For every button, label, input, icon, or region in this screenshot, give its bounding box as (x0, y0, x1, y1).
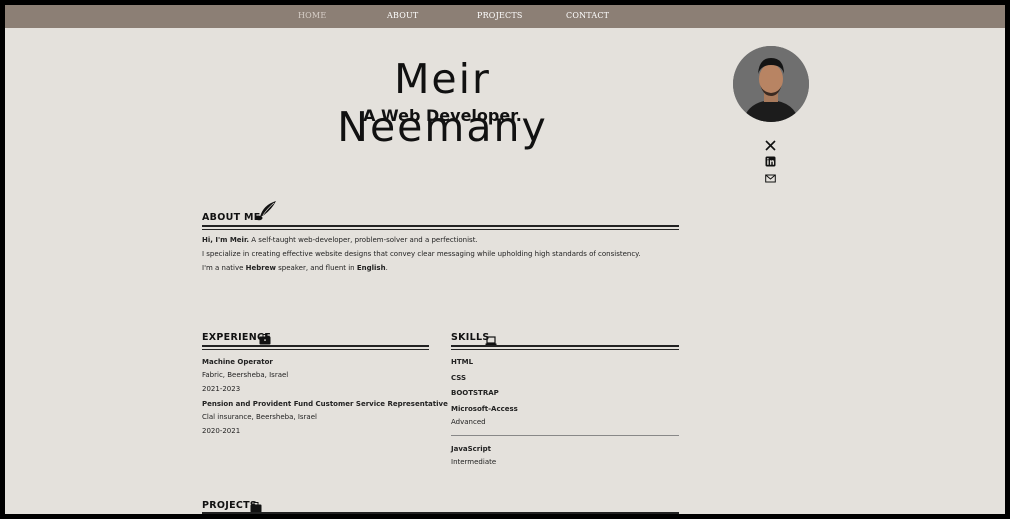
skill-level: Advanced (451, 418, 486, 426)
mail-icon[interactable] (765, 169, 776, 183)
skill-name: BOOTSTRAP (451, 389, 499, 397)
projects-title: PROJECTS (202, 500, 258, 511)
hero-subtitle: A Web Developer. (363, 106, 522, 125)
skills-rule-thin (451, 349, 679, 350)
nav-home[interactable]: HOME (298, 11, 326, 20)
linkedin-icon[interactable] (765, 152, 776, 167)
projects-rule (202, 512, 679, 514)
profile-avatar (733, 46, 809, 122)
laptop-icon (485, 331, 497, 346)
x-icon[interactable] (765, 136, 776, 151)
skill-name: CSS (451, 374, 467, 382)
skills-rule (451, 345, 679, 347)
experience-rule (202, 345, 429, 347)
job-role: Machine Operator (202, 358, 273, 366)
page: HOME ABOUT PROJECTS CONTACT Meir Neemany… (5, 5, 1005, 514)
skill-name: HTML (451, 358, 474, 366)
top-navbar: HOME ABOUT PROJECTS CONTACT (5, 5, 1005, 28)
about-rule (202, 225, 679, 227)
about-line-3: I'm a native Hebrew speaker, and fluent … (202, 264, 388, 272)
about-rule-thin (202, 229, 679, 230)
nav-about[interactable]: ABOUT (387, 11, 418, 20)
about-line-2: I specialize in creating effective websi… (202, 250, 641, 258)
about-line-1: Hi, I'm Meir. A self-taught web-develope… (202, 236, 478, 244)
experience-rule-thin (202, 349, 429, 350)
skill-name: Microsoft-Access (451, 405, 518, 413)
about-title: ABOUT ME (202, 212, 261, 223)
quill-icon (254, 200, 278, 222)
job-place: Clal insurance, Beersheba, Israel (202, 413, 317, 421)
skills-title: SKILLS (451, 332, 490, 343)
hero-name: Meir Neemany (337, 55, 548, 151)
job-role: Pension and Provident Fund Customer Serv… (202, 400, 448, 408)
job-years: 2020-2021 (202, 427, 241, 435)
nav-contact[interactable]: CONTACT (566, 11, 609, 20)
skills-divider (451, 435, 679, 436)
skill-name: JavaScript (451, 445, 492, 453)
nav-projects[interactable]: PROJECTS (477, 11, 523, 20)
job-years: 2021-2023 (202, 385, 241, 393)
job-place: Fabric, Beersheba, Israel (202, 371, 289, 379)
briefcase-icon (250, 498, 262, 513)
briefcase-icon (259, 330, 271, 345)
skill-level: Intermediate (451, 458, 497, 466)
